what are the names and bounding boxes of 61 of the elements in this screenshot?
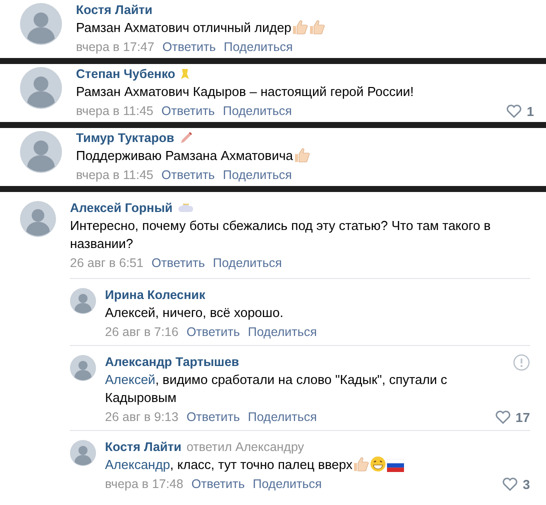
comment-text: Рамзан Ахматович Кадыров – настоящий герой России! (76, 83, 415, 101)
comment-text: Алексей, ничего, всё хорошо. (105, 304, 284, 322)
like-button[interactable]: 17 (494, 410, 530, 424)
reply-link[interactable]: Ответить (161, 166, 215, 184)
replied-to-label: ответил Александру (186, 439, 304, 456)
user-avatar[interactable] (20, 3, 62, 45)
heart-icon (494, 410, 511, 424)
heart-icon (506, 104, 522, 118)
heart-icon (502, 477, 518, 491)
author-name[interactable]: Костя Лайти (76, 1, 152, 19)
mention-link[interactable]: Алексей (105, 372, 156, 387)
share-link[interactable]: Поделиться (252, 475, 322, 493)
like-button[interactable]: 1 (506, 104, 534, 118)
author-name[interactable]: Степан Чубенко (76, 65, 176, 83)
comment-text: Рамзан Ахматович отличный лидер (76, 19, 526, 37)
ribbon-icon (180, 68, 190, 80)
user-avatar[interactable] (20, 67, 62, 109)
user-avatar[interactable] (70, 355, 96, 381)
reply-link[interactable]: Ответить (162, 38, 216, 56)
comment-text: Интересно, почему боты сбежались под эту статью? Что там такого в названии? (70, 217, 492, 253)
pen-icon (179, 131, 194, 145)
grin-emoji-icon (370, 456, 386, 472)
mention-link[interactable]: Александр (105, 457, 170, 472)
comment-text: Поддерживаю Рамзана Ахматовича (76, 147, 526, 165)
comment-date: 26 авг в 6:51 (70, 255, 144, 272)
comment-date: вчера в 11:45 (76, 167, 154, 184)
flag-icon (387, 459, 404, 472)
comment-text: Александр, класс, тут точно палец вверх (105, 456, 470, 474)
comment-date: вчера в 17:48 (105, 476, 184, 493)
share-link[interactable]: Поделиться (248, 323, 317, 341)
share-link[interactable]: Поделиться (212, 254, 282, 272)
report-icon[interactable] (513, 354, 530, 370)
share-link[interactable]: Поделиться (248, 408, 317, 426)
user-avatar[interactable] (20, 131, 62, 173)
reply-link[interactable]: Ответить (191, 475, 245, 493)
user-avatar[interactable] (70, 440, 96, 466)
comment-date: вчера в 11:45 (76, 103, 154, 120)
comment-date: 26 авг в 7:16 (105, 324, 178, 341)
share-link[interactable]: Поделиться (222, 166, 292, 184)
author-name[interactable]: Алексей Горный (70, 199, 173, 217)
comment-date: вчера в 17:47 (76, 39, 154, 56)
share-link[interactable]: Поделиться (222, 102, 292, 120)
comment-text: Алексей, видимо сработали на слово "Кадык", спутали с Кадыровым (105, 371, 448, 407)
comment-date: 26 авг в 9:13 (105, 409, 178, 426)
thumbs-up-icon (353, 456, 370, 472)
reply-link[interactable]: Ответить (151, 254, 205, 272)
reply-link[interactable]: Ответить (186, 408, 240, 426)
share-link[interactable]: Поделиться (224, 38, 293, 56)
thumbs-up-icon (309, 19, 326, 35)
author-name[interactable]: Костя Лайти (105, 438, 182, 456)
thumbs-up-icon (294, 147, 310, 163)
user-avatar[interactable] (70, 288, 96, 314)
like-button[interactable]: 3 (502, 476, 530, 492)
author-name[interactable]: Тимур Туктаров (76, 129, 174, 147)
cloud-icon (178, 202, 194, 214)
author-name[interactable]: Ирина Колесник (105, 286, 206, 304)
thumbs-up-icon (292, 19, 308, 35)
reply-link[interactable]: Ответить (161, 102, 215, 120)
user-avatar[interactable] (20, 201, 56, 237)
author-name[interactable]: Александр Тартышев (105, 353, 240, 371)
reply-link[interactable]: Ответить (186, 323, 240, 341)
